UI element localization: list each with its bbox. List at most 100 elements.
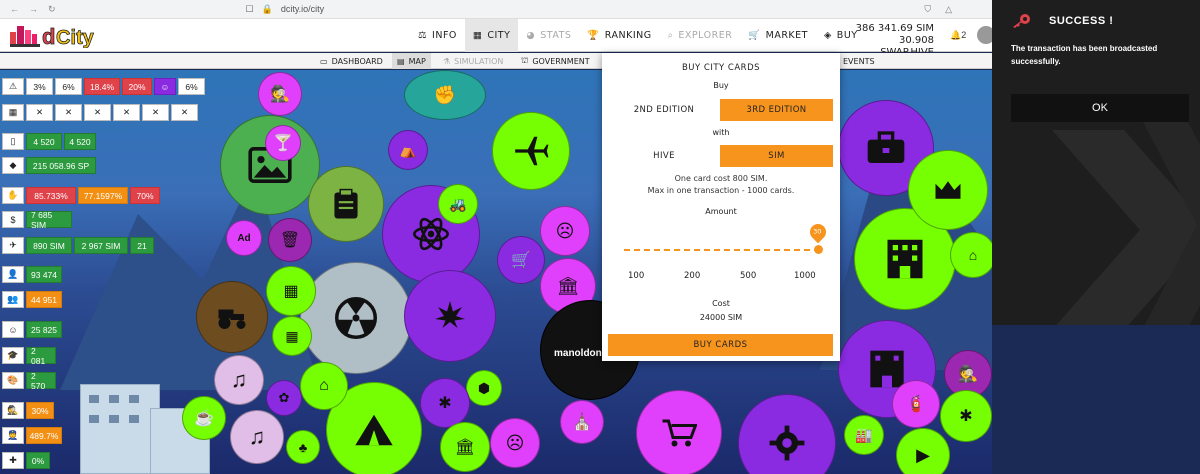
tick-500[interactable]: 500 xyxy=(740,271,756,281)
brave-shield-icon[interactable]: ⛉ xyxy=(924,4,931,15)
svg-text:d: d xyxy=(42,24,55,48)
map-bubble-tractor-2[interactable]: 🚜 xyxy=(438,184,478,224)
tick-100[interactable]: 100 xyxy=(628,271,644,281)
map-bubble-mug[interactable]: ☕ xyxy=(182,396,226,440)
buy-cards-panel: BUY CITY CARDS Buy 2ND EDITION 3RD EDITI… xyxy=(602,53,840,361)
city-map[interactable]: ♫ ♫ 🏛 ☹ 🛒 🍸 🕵 ✊ Ad 🗑 ▦ ▦ 🚜 ⛺ ⬢ ⌂ ✱ ☹ ⛪ ☕… xyxy=(0,70,992,474)
map-bubble-spy[interactable]: 🕵 xyxy=(258,72,302,116)
nav-ranking[interactable]: 🏆 RANKING xyxy=(579,19,659,52)
subnav-map[interactable]: ▤ MAP xyxy=(392,53,431,69)
ad-icon: Ad xyxy=(237,232,251,244)
with-label: with xyxy=(712,128,730,137)
airplane-icon: ✈ xyxy=(2,237,24,254)
stats-row-1: ⚠ 3% 6% 18.4% 20% ☺ 6% xyxy=(2,78,207,95)
tractor-icon: 🚜 xyxy=(449,195,467,212)
tick-1000[interactable]: 1000 xyxy=(794,271,816,281)
bookmark-icon[interactable]: ☐ xyxy=(246,4,254,15)
nav-stats[interactable]: ◕ STATS xyxy=(518,19,579,52)
currency-hive-option[interactable]: HIVE xyxy=(608,145,720,167)
map-bubble-tree[interactable]: ♣ xyxy=(286,430,320,464)
forward-icon[interactable]: → xyxy=(29,4,38,15)
map-bubble-leaf-2[interactable]: ✱ xyxy=(420,378,470,428)
map-bubble-clipboard[interactable] xyxy=(308,166,384,242)
map-bubble-building-3[interactable]: ▦ xyxy=(266,266,316,316)
map-bubble-factory[interactable]: 🏭 xyxy=(844,415,884,455)
map-bubble-plane[interactable] xyxy=(492,112,570,190)
map-bubble-cart[interactable] xyxy=(636,390,722,474)
amount-slider[interactable] xyxy=(624,249,820,251)
bank-icon: 🏛 xyxy=(556,275,580,296)
map-bubble-house-2[interactable]: ⌂ xyxy=(950,232,992,278)
map-bubble-extinguisher[interactable]: 🧯 xyxy=(892,380,940,428)
stats-transport: ✈ 890 SIM 2 967 SIM 21 xyxy=(2,237,156,254)
cost-label: Cost xyxy=(712,299,730,308)
success-notification: SUCCESS ! The transaction has been broad… xyxy=(992,0,1200,325)
map-bubble-music-2[interactable]: ♫ xyxy=(230,410,284,464)
edition-3rd-option[interactable]: 3RD EDITION xyxy=(720,99,833,121)
map-bubble-trash[interactable]: 🗑 xyxy=(268,218,312,262)
edition-2nd-option[interactable]: 2ND EDITION xyxy=(608,99,720,121)
leaf-icon: ✱ xyxy=(959,408,973,425)
nav-city[interactable]: ▦ CITY xyxy=(464,19,519,52)
map-bubble-church[interactable]: ⛪ xyxy=(560,400,604,444)
leaf-icon xyxy=(435,301,465,328)
app-header: d City ⚖ INFO ▦ CITY ◕ STATS 🏆 RANKING ⌕ EXPL… xyxy=(0,19,995,58)
address-bar[interactable]: ☐ 🔒 dcity.io/city xyxy=(246,4,325,15)
map-bubble-camera[interactable]: ▶ xyxy=(896,428,950,474)
ok-button[interactable]: OK xyxy=(1011,94,1189,122)
subnav-simulation[interactable]: ⚗ SIMULATION xyxy=(438,53,508,69)
spy-icon: 🕵 xyxy=(2,402,24,419)
map-bubble-leaf-3[interactable]: ✱ xyxy=(940,390,992,442)
cost-value: 24000 SIM xyxy=(699,313,743,322)
face-icon: ☺ xyxy=(2,321,24,338)
map-bubble-paw[interactable]: ✿ xyxy=(266,380,302,416)
subnav-government[interactable]: ⛫ GOVERNMENT xyxy=(516,53,595,69)
amount-slider-handle[interactable] xyxy=(814,245,823,254)
map-bubble-cocktail[interactable]: 🍸 xyxy=(265,125,301,161)
browser-extensions: ⛉ △ xyxy=(924,4,952,15)
map-bubble-gear[interactable] xyxy=(738,394,836,474)
map-bubble-radiation[interactable] xyxy=(300,262,412,374)
cart-icon xyxy=(662,419,697,447)
rewards-icon[interactable]: △ xyxy=(945,4,952,15)
map-bubble-leaf[interactable] xyxy=(404,270,496,362)
city-label[interactable]: manoldon xyxy=(554,348,602,359)
cart-icon: 🛒 xyxy=(748,30,761,41)
map-bubble-cart-2[interactable]: 🛒 xyxy=(497,236,545,284)
map-bubble-building-4[interactable]: ▦ xyxy=(272,316,312,356)
hive-icon: ◆ xyxy=(2,157,24,174)
subnav-events[interactable]: EVENTS xyxy=(838,53,880,69)
map-bubble-sad[interactable]: ☹ xyxy=(540,206,590,256)
dcity-logo[interactable]: d City xyxy=(8,22,113,48)
url-text[interactable]: dcity.io/city xyxy=(281,4,324,14)
map-bubble-brain[interactable]: ✊ xyxy=(404,70,486,120)
map-bubble-ad[interactable]: Ad xyxy=(226,220,262,256)
nav-info[interactable]: ⚖ INFO xyxy=(410,19,465,52)
buy-cards-button[interactable]: BUY CARDS xyxy=(608,334,833,356)
brain-icon: ✊ xyxy=(433,84,457,105)
map-bubble-crown[interactable] xyxy=(908,150,988,230)
reload-icon[interactable]: ↻ xyxy=(48,4,56,15)
tractor-icon xyxy=(218,309,246,329)
notifications-button[interactable]: 🔔2 xyxy=(950,30,966,41)
map-bubble-tractor[interactable] xyxy=(196,281,268,353)
nav-market[interactable]: 🛒 MARKET xyxy=(740,19,816,52)
browser-nav: ← → ↻ xyxy=(10,4,56,15)
sad-face-icon: ☹ xyxy=(505,432,525,453)
back-icon[interactable]: ← xyxy=(10,4,19,15)
tick-200[interactable]: 200 xyxy=(684,271,700,281)
map-bubble-music[interactable]: ♫ xyxy=(214,355,264,405)
map-bubble-tent-2[interactable]: ⛺ xyxy=(388,130,428,170)
subnav-dashboard[interactable]: ▭ DASHBOARD xyxy=(315,53,388,69)
map-bubble-house[interactable]: ⌂ xyxy=(300,362,348,410)
map-bubble-sad-2[interactable]: ☹ xyxy=(490,418,540,468)
map-bubble-box[interactable]: ⬢ xyxy=(466,370,502,406)
stats-culture: 🎨 2 570 xyxy=(2,371,58,391)
map-bubble-bank-2[interactable]: 🏛 xyxy=(440,422,490,472)
house-icon: ⌂ xyxy=(319,377,329,394)
users-icon: 👥 xyxy=(2,291,24,308)
currency-sim-option[interactable]: SIM xyxy=(720,145,833,167)
leaf-icon: ✱ xyxy=(438,395,452,412)
stats-sim: $ 7 685 SIM xyxy=(2,210,74,230)
nav-explorer[interactable]: ⌕ EXPLORER xyxy=(660,19,741,52)
